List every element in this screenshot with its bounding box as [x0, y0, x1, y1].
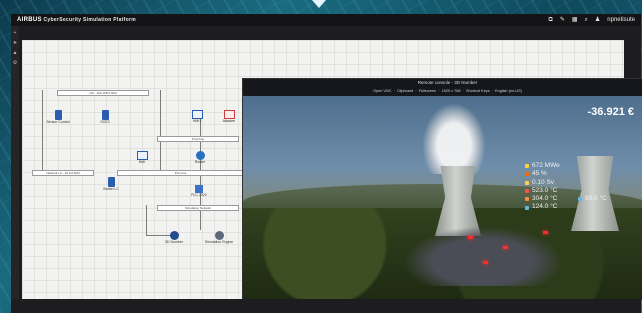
- thermometer-icon: [525, 189, 529, 194]
- bottom-bar: [11, 299, 641, 313]
- server-icon: [54, 110, 62, 120]
- node-label: Sensor Control: [46, 120, 70, 124]
- tower-temp-tag: 89.0 °C: [578, 195, 607, 202]
- shortcut-keys-button[interactable]: Shortcut Keys: [466, 89, 490, 93]
- 3d-scene[interactable]: -36.921 € 672 MWe 45 % 0.10 Sv 523.0 °C …: [243, 96, 642, 299]
- money-counter: -36.921 €: [587, 106, 634, 118]
- remote-console-window[interactable]: Remote console - 3D Number ✕ Open VNC · …: [242, 78, 642, 300]
- connector: [42, 90, 43, 172]
- red-light: [483, 261, 488, 264]
- node-label: PLC 2022: [191, 193, 207, 197]
- bus-simulation[interactable]: Simulation Network: [157, 205, 239, 211]
- node-label: Attacker: [222, 119, 236, 123]
- thermometer-icon: [578, 196, 582, 201]
- fullscreen-button[interactable]: Fullscreen: [419, 89, 437, 93]
- reading-value: 0.10 Sv: [532, 178, 555, 186]
- node-label: Simulation Engine: [204, 240, 234, 244]
- attacker-monitor-icon: [223, 110, 235, 119]
- red-light: [503, 246, 508, 249]
- red-light: [543, 231, 548, 234]
- node-hmi[interactable]: HMI: [134, 151, 150, 164]
- reading-temp-3: 124.0 °C: [525, 203, 560, 211]
- wrench-icon[interactable]: ✎: [560, 14, 565, 26]
- username[interactable]: npnetisute: [607, 14, 635, 26]
- pointer-icon[interactable]: ➤: [11, 40, 19, 46]
- remote-toolbar: Open VNC · Clipboard · Fullscreen · 1920…: [373, 89, 522, 93]
- reading-temp-1: 523.0 °C: [525, 187, 560, 195]
- reading-value: 45 %: [532, 170, 547, 178]
- server-icon: [107, 177, 115, 187]
- connector: [160, 90, 161, 172]
- network-canvas[interactable]: Ctrl - 192.168.0.0/24 Prod bus Network L…: [22, 40, 642, 310]
- reading-value: 672 MWe: [532, 162, 560, 169]
- gear-icon: [214, 231, 224, 240]
- router-icon: [195, 151, 205, 160]
- bus-ctrl[interactable]: Ctrl - 192.168.0.0/24: [57, 90, 149, 96]
- chart-icon[interactable]: ▲: [11, 50, 19, 56]
- toolbar-icons: ⧉ ✎ ▦ ⌕ ♟ npnetisute: [549, 14, 635, 26]
- red-light: [468, 236, 473, 239]
- open-vnc-button[interactable]: Open VNC: [373, 89, 391, 93]
- node-label: HMI: [138, 160, 146, 164]
- node-attacker[interactable]: Attacker: [218, 110, 240, 123]
- app-screen: AIRBUS CyberSecurity Simulation Platform…: [11, 14, 642, 313]
- left-toolbar: + ➤ ▲ ⚙: [11, 26, 19, 313]
- top-notch: [312, 0, 326, 8]
- radiation-icon: [525, 180, 529, 185]
- flame-icon: [525, 172, 529, 177]
- brand: AIRBUS CyberSecurity Simulation Platform: [17, 14, 136, 26]
- app-title: CyberSecurity Simulation Platform: [43, 17, 136, 23]
- node-switch-lc[interactable]: Switch LC: [100, 177, 122, 191]
- monitor-icon: [191, 110, 203, 119]
- node-label: 3D Number: [165, 240, 183, 244]
- link-icon[interactable]: ⧉: [549, 14, 553, 26]
- monitor-icon: [136, 151, 148, 160]
- clipboard-button[interactable]: Clipboard: [397, 89, 413, 93]
- node-sensor-control[interactable]: Sensor Control: [45, 110, 71, 124]
- bus-prod[interactable]: Prod bus: [157, 136, 239, 142]
- reading-value: 523.0 °C: [532, 186, 558, 194]
- settings-icon[interactable]: ⚙: [11, 60, 19, 66]
- node-label: HMI1: [192, 119, 202, 123]
- bus-plc[interactable]: PLC bus: [117, 170, 244, 176]
- node-simulation-engine[interactable]: Simulation Engine: [202, 231, 236, 244]
- reading-percent: 45 %: [525, 170, 560, 178]
- bus-network-lc[interactable]: Network LC - 10.0.0.0/24: [32, 170, 94, 176]
- node-router[interactable]: Router: [187, 151, 213, 164]
- keyboard-layout-select[interactable]: English (en-US): [495, 89, 522, 93]
- server-icon: [101, 110, 109, 120]
- node-label: SCE3: [100, 120, 110, 124]
- reading-power: 672 MWe: [525, 162, 560, 170]
- plant-readings: 672 MWe 45 % 0.10 Sv 523.0 °C 304.0 °C 1…: [525, 162, 560, 212]
- reading-radiation: 0.10 Sv: [525, 179, 560, 187]
- bolt-icon: [525, 164, 529, 169]
- grid-icon[interactable]: ▦: [572, 14, 578, 26]
- plus-icon[interactable]: +: [11, 30, 19, 36]
- thermometer-icon: [525, 205, 529, 210]
- plc-icon: [195, 185, 203, 193]
- title-bar: AIRBUS CyberSecurity Simulation Platform…: [11, 14, 641, 26]
- node-sce3[interactable]: SCE3: [95, 110, 115, 124]
- tower-temp-value: 89.0 °C: [585, 195, 607, 202]
- brand-logo: AIRBUS: [17, 17, 42, 23]
- plant-buildings: [403, 226, 563, 286]
- thermometer-icon: [525, 197, 529, 202]
- connector: [146, 205, 147, 235]
- user-icon[interactable]: ♟: [595, 14, 600, 26]
- reading-value: 124.0 °C: [532, 203, 558, 211]
- node-label: Switch LC: [103, 187, 119, 191]
- search-icon[interactable]: ⌕: [585, 14, 588, 26]
- node-3d-number[interactable]: 3D Number: [161, 231, 187, 244]
- node-label: Router: [194, 160, 206, 164]
- node-hmi1[interactable]: HMI1: [187, 110, 207, 123]
- remote-title: Remote console - 3D Number: [417, 80, 478, 85]
- reactor-icon: [169, 231, 179, 240]
- node-plc[interactable]: PLC 2022: [187, 185, 211, 197]
- steam-plume: [423, 104, 485, 174]
- resolution-select[interactable]: 1920 x 768: [442, 89, 461, 93]
